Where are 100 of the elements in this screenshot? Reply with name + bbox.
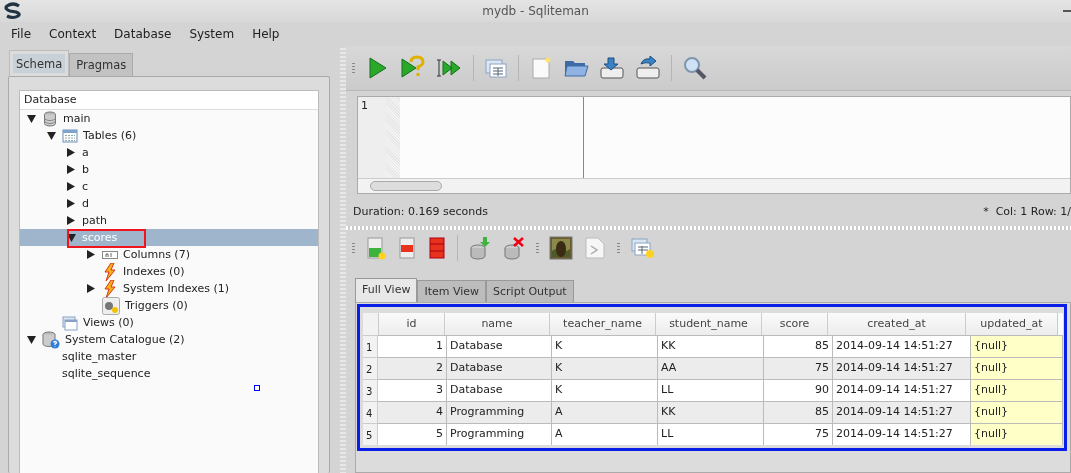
tree-item[interactable]: Indexes (0)	[20, 263, 318, 280]
column-header[interactable]: student_name	[656, 313, 762, 335]
table-cell: K	[552, 335, 658, 357]
tab[interactable]: Item View	[417, 280, 487, 302]
expanded-arrow-icon[interactable]	[27, 335, 36, 344]
tab[interactable]: Script Output	[486, 280, 574, 302]
collapsed-arrow-icon[interactable]	[67, 148, 75, 157]
table-cell: LL	[658, 379, 764, 401]
add-row-icon[interactable]	[365, 236, 387, 260]
delete-rows-icon[interactable]	[427, 236, 447, 260]
line-number: 1	[361, 99, 369, 112]
collapsed-arrow-icon[interactable]	[87, 284, 95, 293]
duration-text: Duration: 0.169 seconds	[353, 204, 488, 218]
run-script-icon[interactable]	[435, 56, 463, 80]
sql-editor[interactable]: 1	[357, 96, 1071, 194]
table-cell: Programming	[447, 401, 552, 423]
menu-item[interactable]: Help	[252, 27, 280, 41]
rollback-icon[interactable]	[502, 236, 526, 260]
tree-item[interactable]: c	[20, 178, 318, 195]
search-icon[interactable]	[682, 55, 708, 81]
run-explain-icon[interactable]	[399, 55, 425, 81]
row-header[interactable]: 2	[363, 357, 378, 379]
table-cell: 3	[378, 379, 447, 401]
new-view-icon[interactable]	[630, 236, 656, 260]
table-cell: 2014-09-14 14:51:27	[833, 401, 971, 423]
tree-item[interactable]: a	[20, 144, 318, 161]
expanded-arrow-icon[interactable]	[67, 233, 76, 242]
app-logo-icon	[3, 2, 23, 20]
tree-item[interactable]: path	[20, 212, 318, 229]
collapsed-arrow-icon[interactable]	[67, 165, 75, 174]
tab[interactable]: Full View	[355, 278, 418, 302]
menu-item[interactable]: File	[11, 27, 32, 41]
expanded-arrow-icon[interactable]	[27, 114, 36, 123]
table-cell: {null}	[971, 379, 1063, 401]
commit-icon[interactable]	[468, 236, 492, 260]
lightning-icon	[102, 262, 118, 281]
tree-item[interactable]: sqlite_sequence	[20, 365, 318, 382]
tree-item[interactable]: Tables (6)	[20, 127, 318, 144]
column-header[interactable]: id	[379, 313, 445, 335]
gears-icon	[102, 296, 120, 315]
marker	[254, 385, 260, 391]
collapsed-arrow-icon[interactable]	[67, 216, 75, 225]
table-cell: 1	[378, 335, 447, 357]
table-cell: K	[552, 357, 658, 379]
grip-handle[interactable]	[617, 243, 620, 253]
tree-item[interactable]: Triggers (0)	[20, 297, 318, 314]
column-header[interactable]: teacher_name	[550, 313, 656, 335]
menu-item[interactable]: System	[189, 27, 235, 41]
column-header: Database	[20, 91, 318, 110]
column-icon	[102, 250, 118, 259]
table-cell: 85	[764, 401, 833, 423]
database-icon	[42, 110, 58, 127]
collapsed-arrow-icon[interactable]	[67, 182, 75, 191]
collapsed-arrow-icon[interactable]	[87, 250, 95, 259]
row-header[interactable]: 1	[363, 335, 378, 357]
grip-handle[interactable]	[352, 243, 355, 253]
table-cell: {null}	[971, 357, 1063, 379]
tree-item[interactable]: Columns (7)	[20, 246, 318, 263]
tab[interactable]: Pragmas	[69, 53, 134, 76]
menu-item[interactable]: Context	[49, 27, 97, 41]
tree-item[interactable]: main	[20, 110, 318, 127]
grip-handle[interactable]	[536, 243, 539, 253]
tree-item[interactable]: System Catalogue (2)	[20, 331, 318, 348]
tree-item[interactable]: Views (0)	[20, 314, 318, 331]
table-cell: Database	[447, 379, 552, 401]
row-header[interactable]: 4	[363, 401, 378, 423]
row-header[interactable]: 5	[363, 423, 378, 445]
table-cell: 2014-09-14 14:51:27	[833, 379, 971, 401]
scrollbar-thumb[interactable]	[370, 181, 442, 191]
window-title: mydb - Sqliteman	[481, 4, 590, 18]
collapsed-arrow-icon[interactable]	[67, 199, 75, 208]
tree-item[interactable]: d	[20, 195, 318, 212]
column-header[interactable]: score	[762, 313, 828, 335]
database-help-icon	[42, 330, 60, 349]
expanded-arrow-icon[interactable]	[47, 131, 56, 140]
table-cell: {null}	[971, 401, 1063, 423]
tab[interactable]: Schema	[9, 50, 70, 76]
table-cell: KK	[658, 335, 764, 357]
horizontal-scrollbar[interactable]	[358, 178, 1070, 193]
tree-item[interactable]: sqlite_master	[20, 348, 318, 365]
image-icon[interactable]	[549, 236, 573, 260]
table-window-icon[interactable]	[484, 56, 508, 80]
window-icon	[62, 314, 78, 331]
table-cell: {null}	[971, 423, 1063, 445]
column-header[interactable]: updated_at	[966, 313, 1058, 335]
grip-handle[interactable]	[352, 63, 355, 73]
tree-item[interactable]: b	[20, 161, 318, 178]
table-cell: {null}	[971, 335, 1063, 357]
menu-item[interactable]: Database	[114, 27, 172, 41]
column-header[interactable]: name	[445, 313, 550, 335]
table-cell: 75	[764, 357, 833, 379]
tree-item[interactable]: System Indexes (1)	[20, 280, 318, 297]
save-icon[interactable]	[599, 56, 625, 80]
row-header[interactable]: 3	[363, 379, 378, 401]
table-cell: AA	[658, 357, 764, 379]
cursor-position: Col: 1 Row: 1/	[995, 204, 1071, 218]
column-header[interactable]: created_at	[828, 313, 966, 335]
save-as-icon[interactable]	[635, 56, 661, 80]
table-cell: 2014-09-14 14:51:27	[833, 335, 971, 357]
delete-row-icon[interactable]	[397, 236, 417, 260]
